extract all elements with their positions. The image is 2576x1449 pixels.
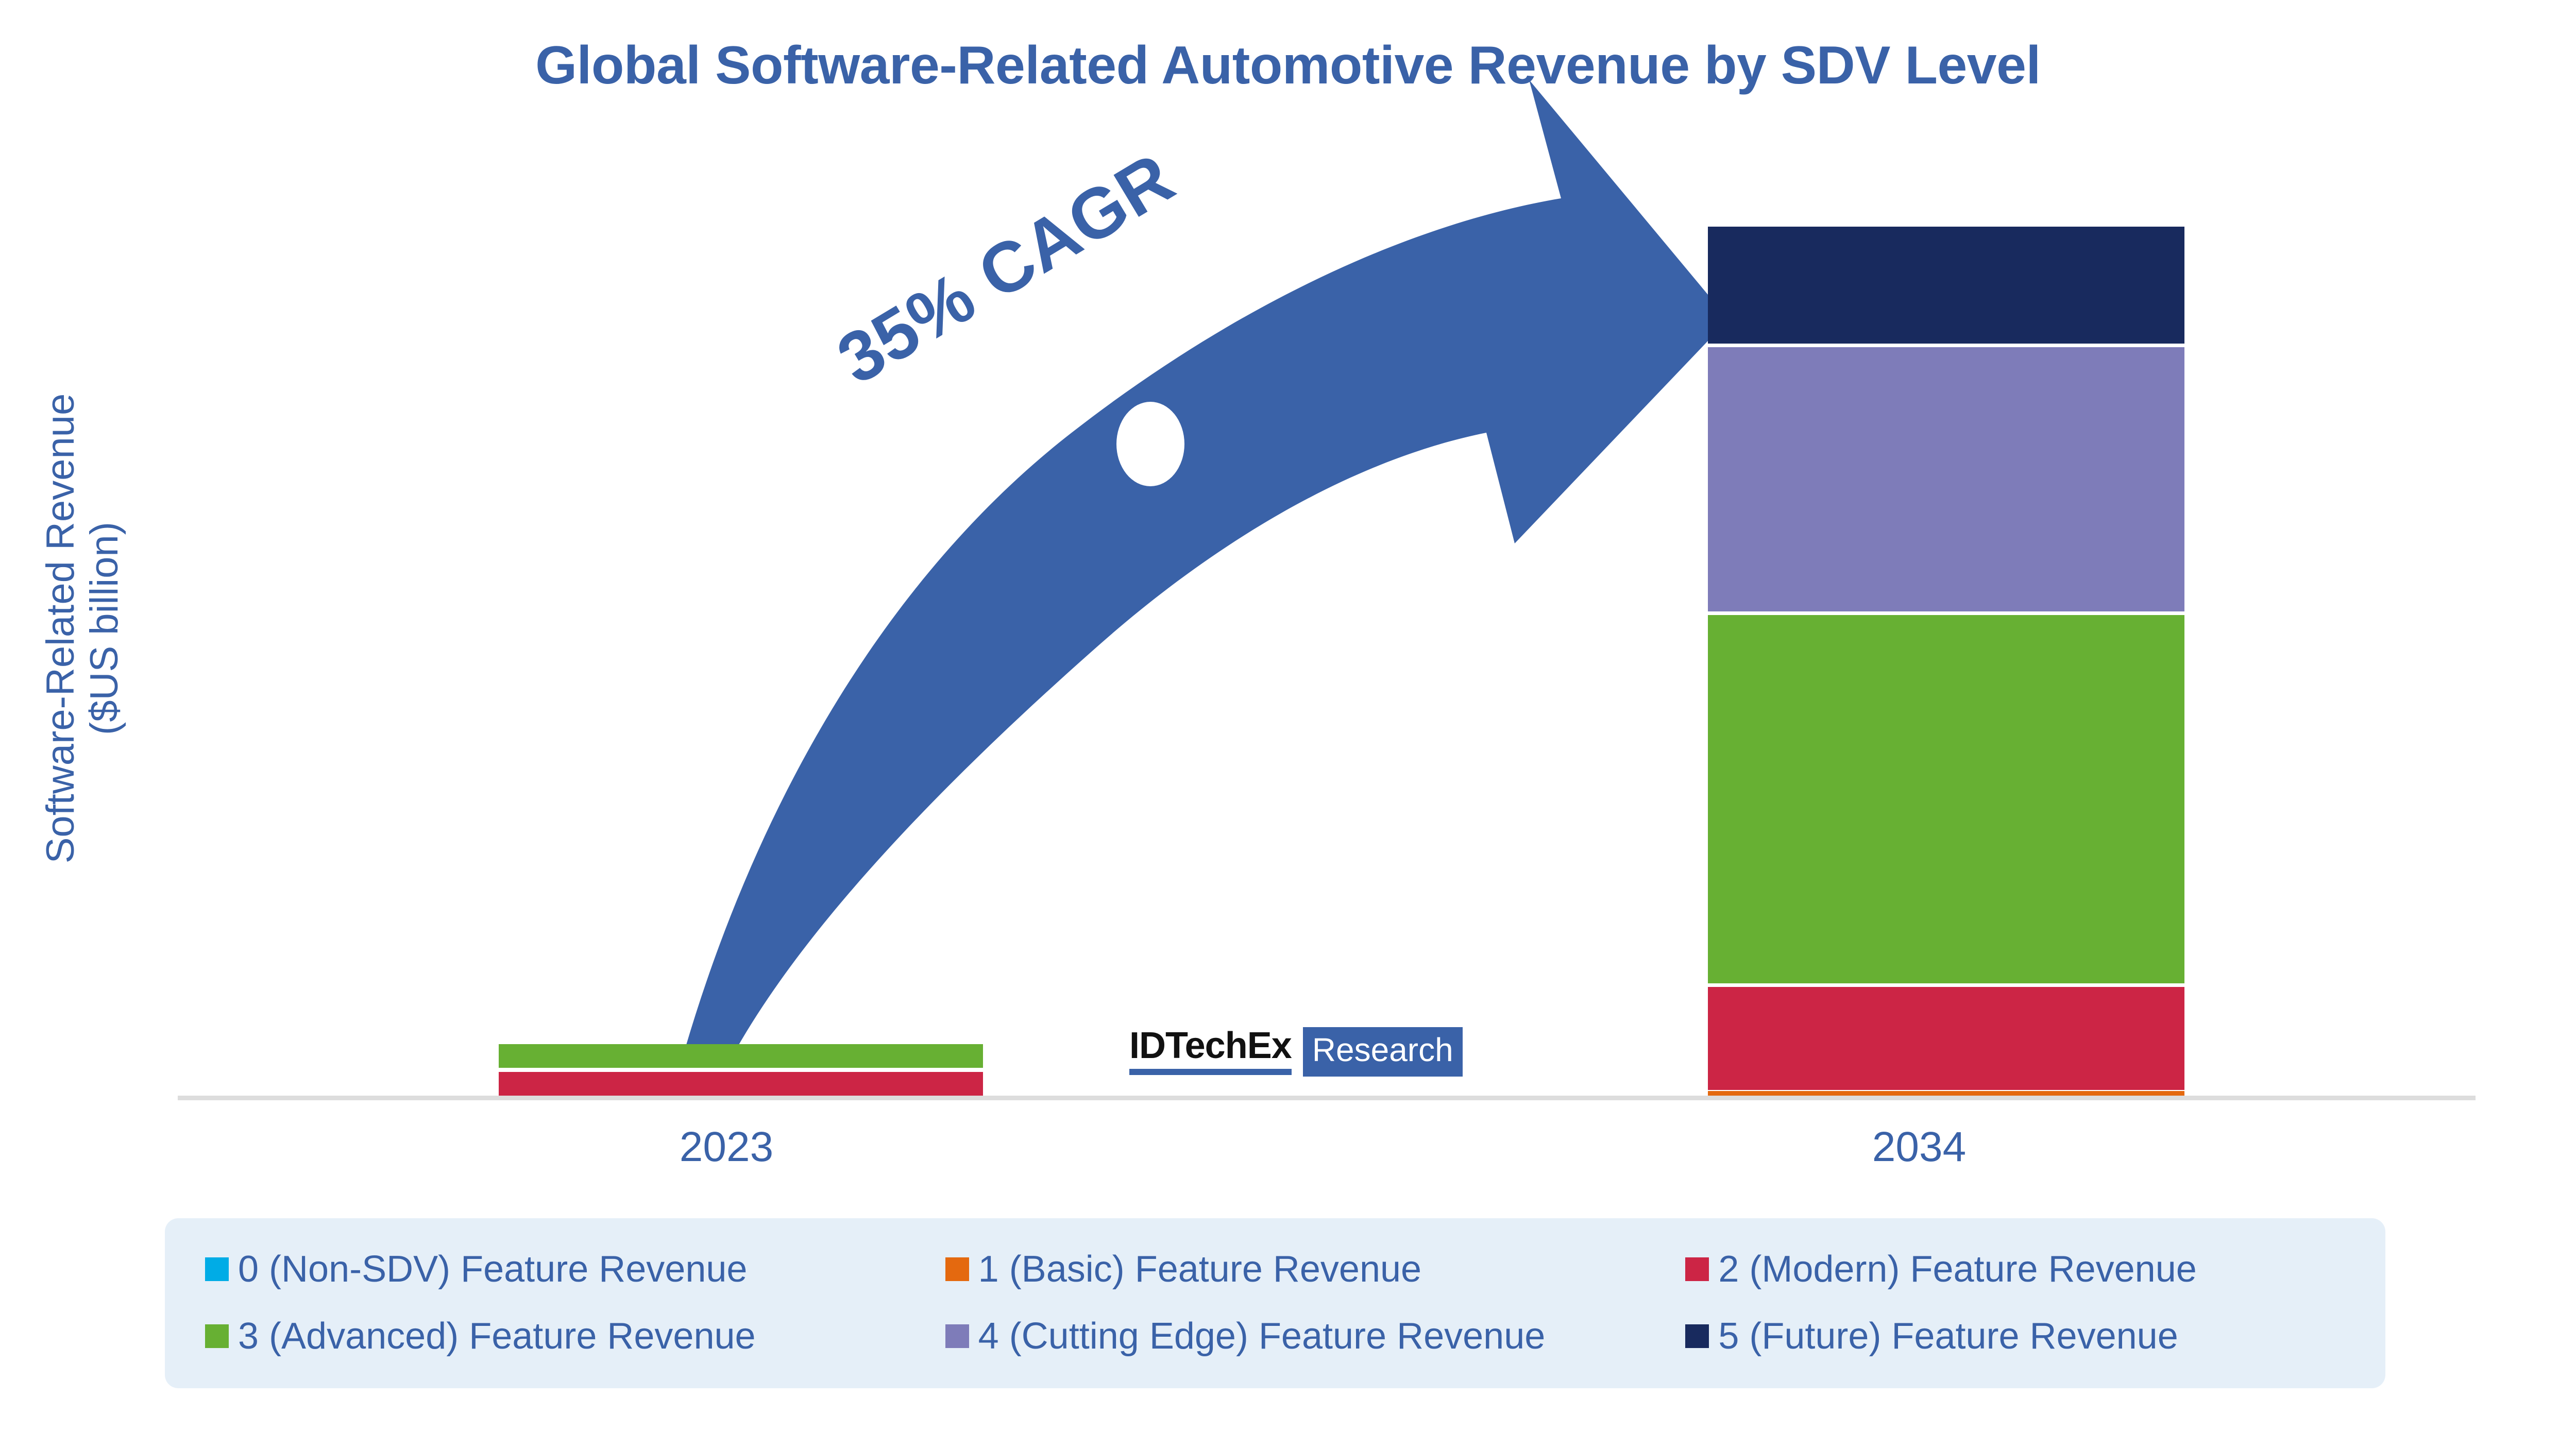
legend-item-5[interactable]: 5 (Future) Feature Revenue xyxy=(1645,1318,2385,1355)
growth-arrow xyxy=(685,80,1728,1048)
legend-item-2[interactable]: 2 (Modern) Feature Revenue xyxy=(1645,1251,2385,1288)
bar-segment-2-modern[interactable] xyxy=(1708,987,2184,1090)
legend-label: 5 (Future) Feature Revenue xyxy=(1718,1316,2178,1357)
legend-label: 4 (Cutting Edge) Feature Revenue xyxy=(978,1316,1546,1357)
bar-2034[interactable] xyxy=(1708,0,2184,1096)
bar-segment-1-basic[interactable] xyxy=(1708,1091,2184,1096)
bar-segment-3-advanced[interactable] xyxy=(1708,615,2184,983)
legend-label: 0 (Non-SDV) Feature Revenue xyxy=(238,1249,748,1290)
legend-item-3[interactable]: 3 (Advanced) Feature Revenue xyxy=(165,1318,905,1355)
idtechex-logo: IDTechEx Research xyxy=(1129,1027,1463,1083)
plot-area: 35% CAGR IDTechEx Research xyxy=(0,0,2576,1118)
legend-item-4[interactable]: 4 (Cutting Edge) Feature Revenue xyxy=(905,1318,1646,1355)
bar-2023[interactable] xyxy=(499,0,983,1096)
x-axis-line xyxy=(178,1096,2476,1100)
legend-swatch-icon xyxy=(205,1324,229,1348)
legend-swatch-icon xyxy=(945,1324,969,1348)
legend-swatch-icon xyxy=(1685,1324,1709,1348)
x-tick-label-2034: 2034 xyxy=(1872,1123,1967,1170)
legend-swatch-icon xyxy=(205,1257,229,1281)
legend-label: 1 (Basic) Feature Revenue xyxy=(978,1249,1422,1290)
legend-item-1[interactable]: 1 (Basic) Feature Revenue xyxy=(905,1251,1646,1288)
idtechex-name: IDTechEx xyxy=(1129,1025,1292,1066)
bar-segment-2-modern[interactable] xyxy=(499,1072,983,1096)
legend-label: 2 (Modern) Feature Revenue xyxy=(1718,1249,2197,1290)
bar-segment-4-cutting-edge[interactable] xyxy=(1708,347,2184,611)
bar-segment-5-future[interactable] xyxy=(1708,227,2184,344)
legend-swatch-icon xyxy=(945,1257,969,1281)
idtechex-wordmark: IDTechEx xyxy=(1129,1027,1303,1083)
legend-label: 3 (Advanced) Feature Revenue xyxy=(238,1316,756,1357)
idtechex-underline xyxy=(1129,1069,1292,1076)
arrow-dot xyxy=(1116,402,1184,486)
legend-swatch-icon xyxy=(1685,1257,1709,1281)
bar-segment-3-advanced[interactable] xyxy=(499,1044,983,1068)
chart-root: Global Software-Related Automotive Reven… xyxy=(0,0,2576,1449)
chart-legend: 0 (Non-SDV) Feature Revenue 1 (Basic) Fe… xyxy=(165,1218,2385,1388)
idtechex-research-badge: Research xyxy=(1302,1027,1463,1077)
x-tick-label-2023: 2023 xyxy=(679,1123,774,1170)
legend-item-0[interactable]: 0 (Non-SDV) Feature Revenue xyxy=(165,1251,905,1288)
